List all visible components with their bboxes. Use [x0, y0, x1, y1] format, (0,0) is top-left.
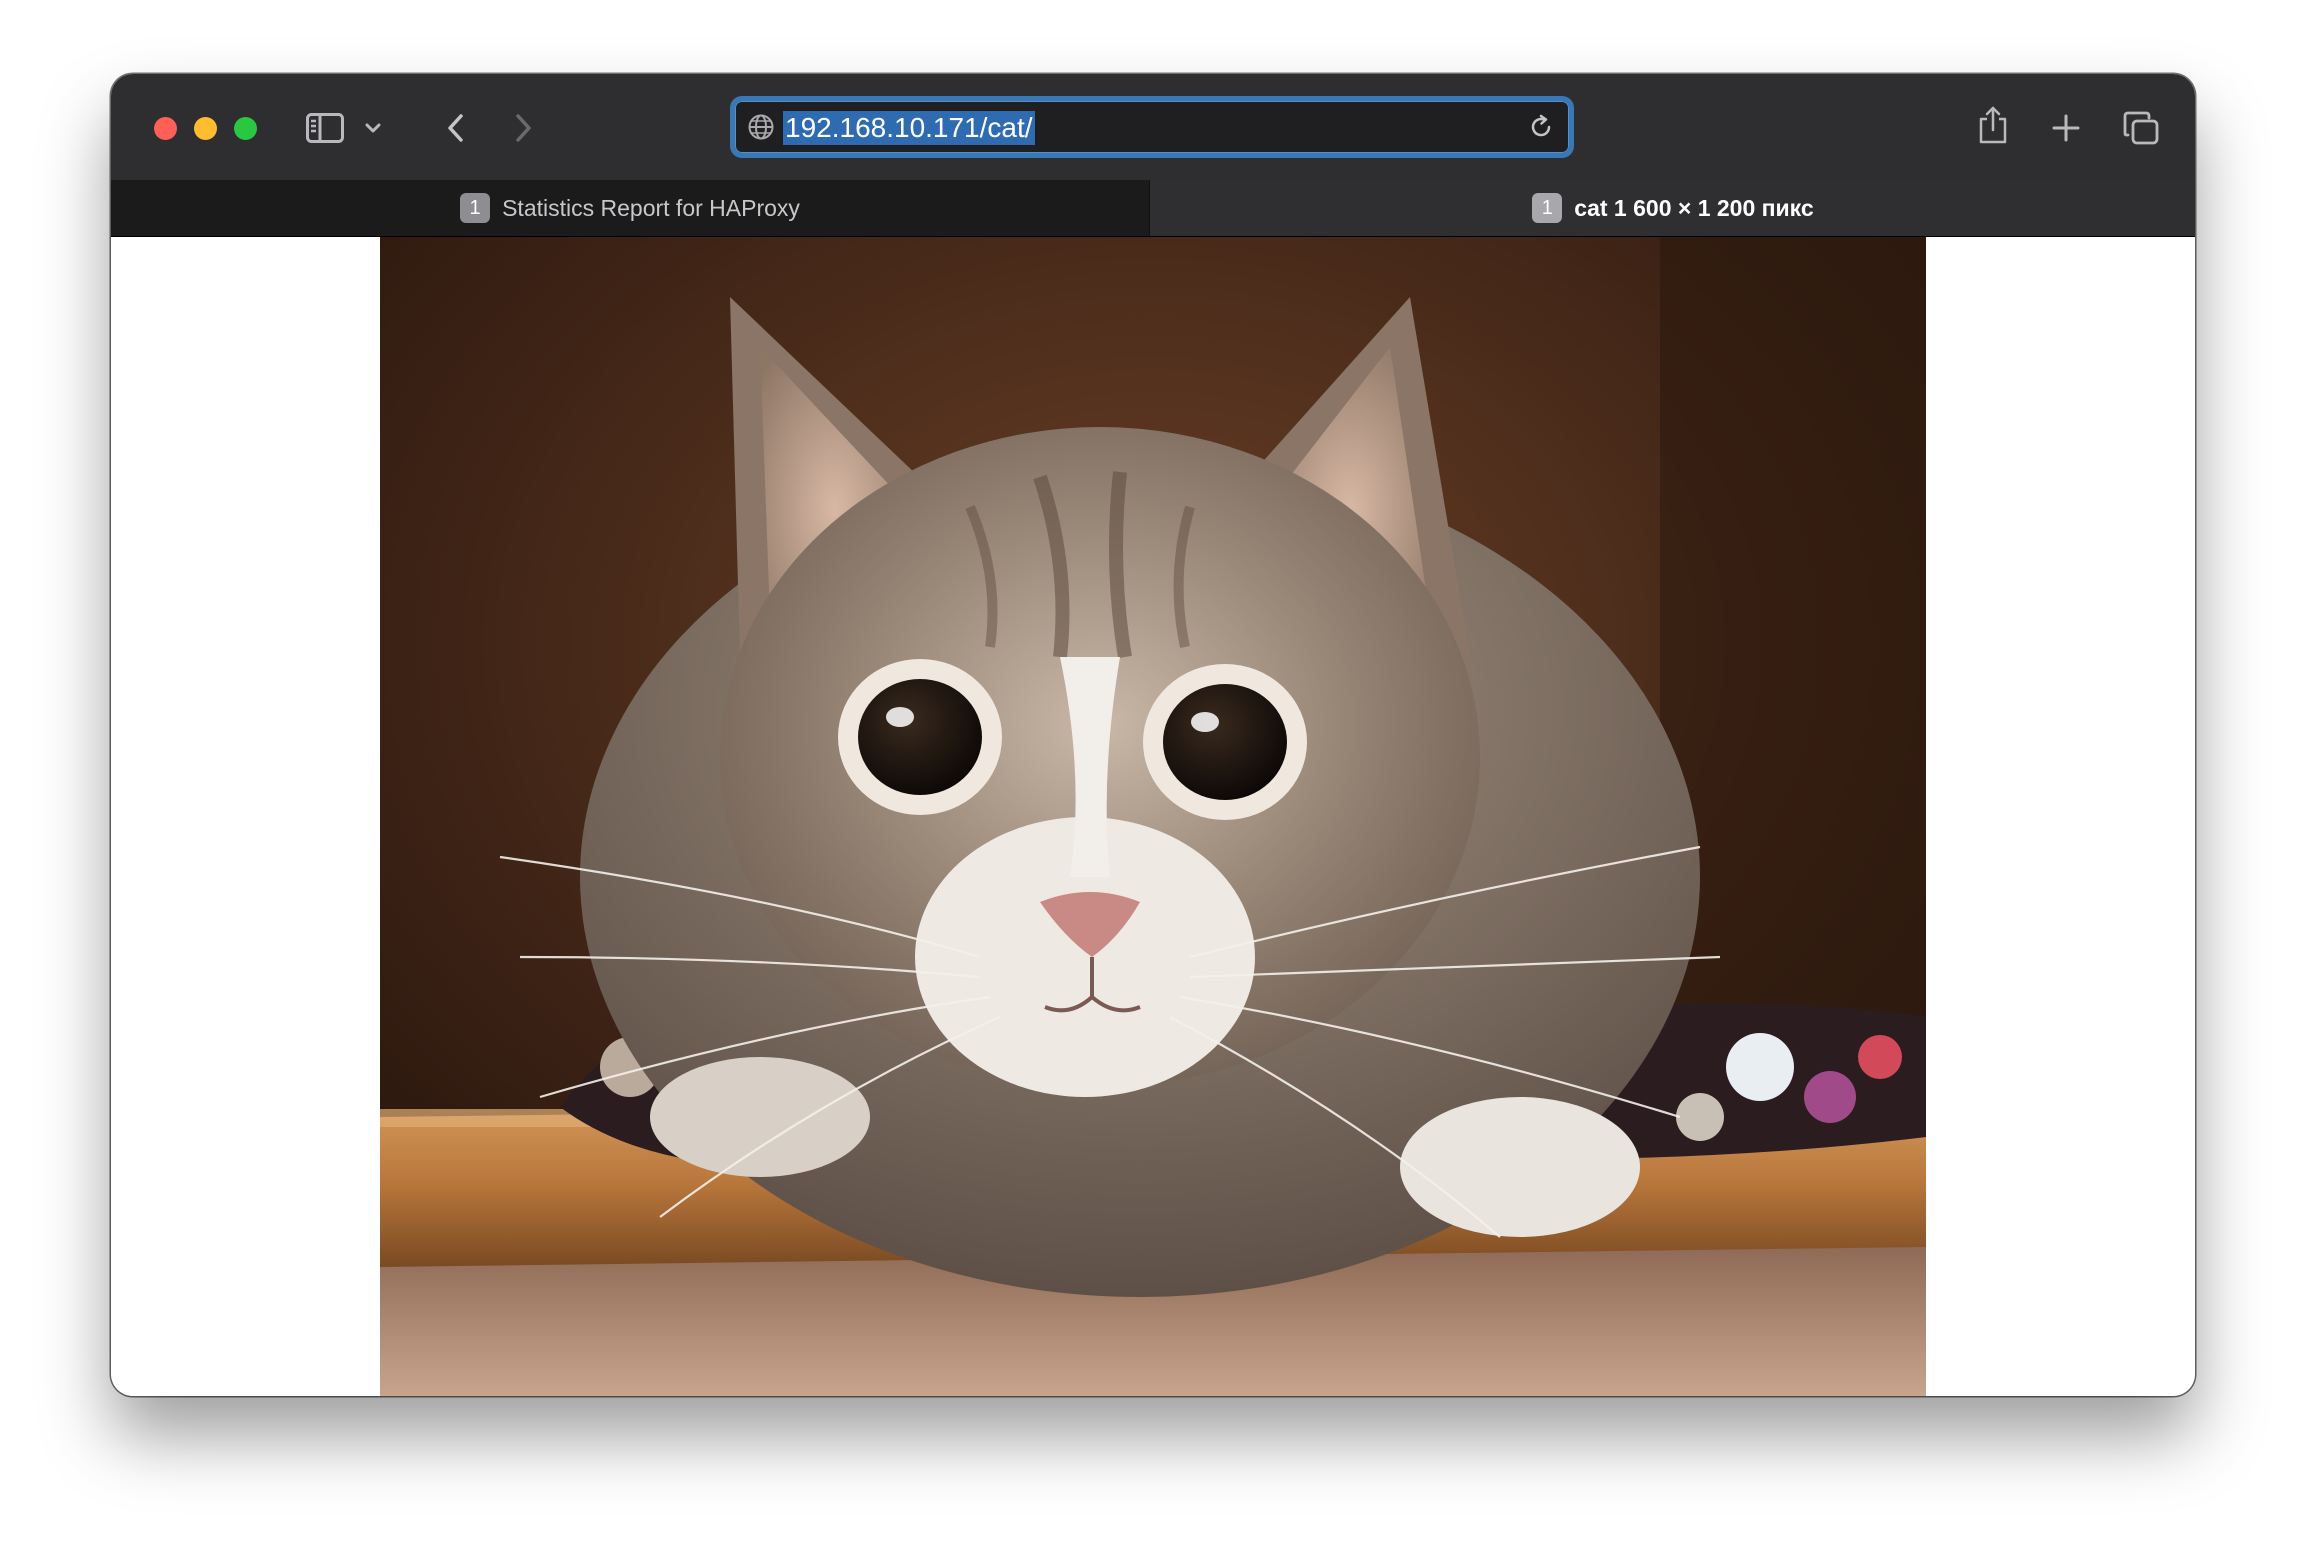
- reload-icon[interactable]: [1527, 113, 1555, 141]
- chevron-right-icon[interactable]: [504, 108, 544, 148]
- tab-badge: 1: [460, 193, 491, 223]
- minimize-window-button[interactable]: [194, 117, 217, 140]
- address-bar[interactable]: 192.168.10.171/cat/: [730, 96, 1574, 158]
- sidebar-icon[interactable]: [305, 108, 345, 148]
- tab-title: cat 1 600 × 1 200 пикс: [1574, 194, 1814, 221]
- plus-icon[interactable]: [2046, 108, 2086, 148]
- globe-icon: [747, 113, 775, 141]
- tab-bar: 1 Statistics Report for HAProxy 1 cat 1 …: [111, 180, 2195, 237]
- url-text[interactable]: 192.168.10.171/cat/: [783, 111, 1035, 145]
- tab-overview-icon[interactable]: [2119, 106, 2163, 150]
- browser-window: 192.168.10.171/cat/ 1 Statistics Report …: [111, 74, 2195, 1396]
- browser-toolbar: 192.168.10.171/cat/: [111, 74, 2195, 180]
- chevron-left-icon[interactable]: [435, 108, 475, 148]
- cat-photo: [380, 237, 1926, 1396]
- tab-title: Statistics Report for HAProxy: [502, 194, 800, 221]
- tab-haproxy[interactable]: 1 Statistics Report for HAProxy: [111, 180, 1149, 236]
- chevron-down-icon[interactable]: [363, 118, 383, 138]
- zoom-window-button[interactable]: [234, 117, 257, 140]
- page-content: [111, 237, 2195, 1396]
- tab-cat[interactable]: 1 cat 1 600 × 1 200 пикс: [1149, 180, 2195, 236]
- share-icon[interactable]: [1973, 102, 2013, 148]
- tab-badge: 1: [1532, 193, 1563, 223]
- close-window-button[interactable]: [154, 117, 177, 140]
